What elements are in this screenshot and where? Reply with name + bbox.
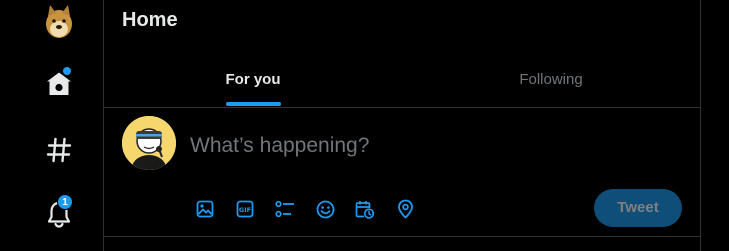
tab-for-you-text: For you bbox=[225, 70, 281, 88]
active-tab-indicator bbox=[225, 101, 281, 106]
timeline-tabs: For you Following bbox=[104, 52, 700, 108]
compose-box: GIF bbox=[104, 108, 700, 237]
schedule-button[interactable] bbox=[350, 194, 380, 224]
main-column: Home For you Following What’s happening?… bbox=[103, 0, 701, 251]
emoji-icon bbox=[316, 200, 335, 219]
user-avatar-image bbox=[122, 116, 176, 170]
sidebar-item-notifications[interactable]: 1 bbox=[38, 193, 80, 235]
location-button[interactable] bbox=[390, 194, 420, 224]
svg-text:GIF: GIF bbox=[239, 206, 251, 214]
tab-for-you-label: For you bbox=[225, 54, 281, 106]
sidebar-item-explore[interactable] bbox=[38, 129, 80, 171]
tab-following-label: Following bbox=[519, 70, 583, 88]
app-root: 1 Home For you Following What’s happenin… bbox=[0, 0, 729, 251]
media-icon bbox=[196, 200, 214, 218]
tab-for-you[interactable]: For you bbox=[104, 52, 402, 107]
tweet-button[interactable]: Tweet bbox=[594, 189, 682, 227]
page-title: Home bbox=[122, 9, 178, 31]
location-icon bbox=[397, 199, 414, 219]
emoji-button[interactable] bbox=[310, 194, 340, 224]
sidebar-profile-avatar[interactable] bbox=[38, 0, 80, 42]
poll-icon bbox=[275, 200, 295, 218]
home-unread-dot bbox=[62, 66, 72, 76]
user-avatar[interactable] bbox=[122, 116, 176, 170]
tab-following[interactable]: Following bbox=[402, 52, 700, 107]
gif-icon: GIF bbox=[236, 200, 254, 218]
hashtag-icon bbox=[46, 137, 72, 163]
schedule-icon bbox=[355, 200, 375, 219]
media-button[interactable] bbox=[190, 194, 220, 224]
doge-avatar-icon bbox=[44, 2, 74, 40]
sidebar-nav: 1 bbox=[0, 0, 103, 251]
poll-button[interactable] bbox=[270, 194, 300, 224]
sidebar-item-home[interactable] bbox=[38, 63, 80, 105]
gif-button[interactable]: GIF bbox=[230, 194, 260, 224]
notifications-badge: 1 bbox=[57, 194, 73, 210]
compose-input[interactable] bbox=[190, 130, 670, 162]
